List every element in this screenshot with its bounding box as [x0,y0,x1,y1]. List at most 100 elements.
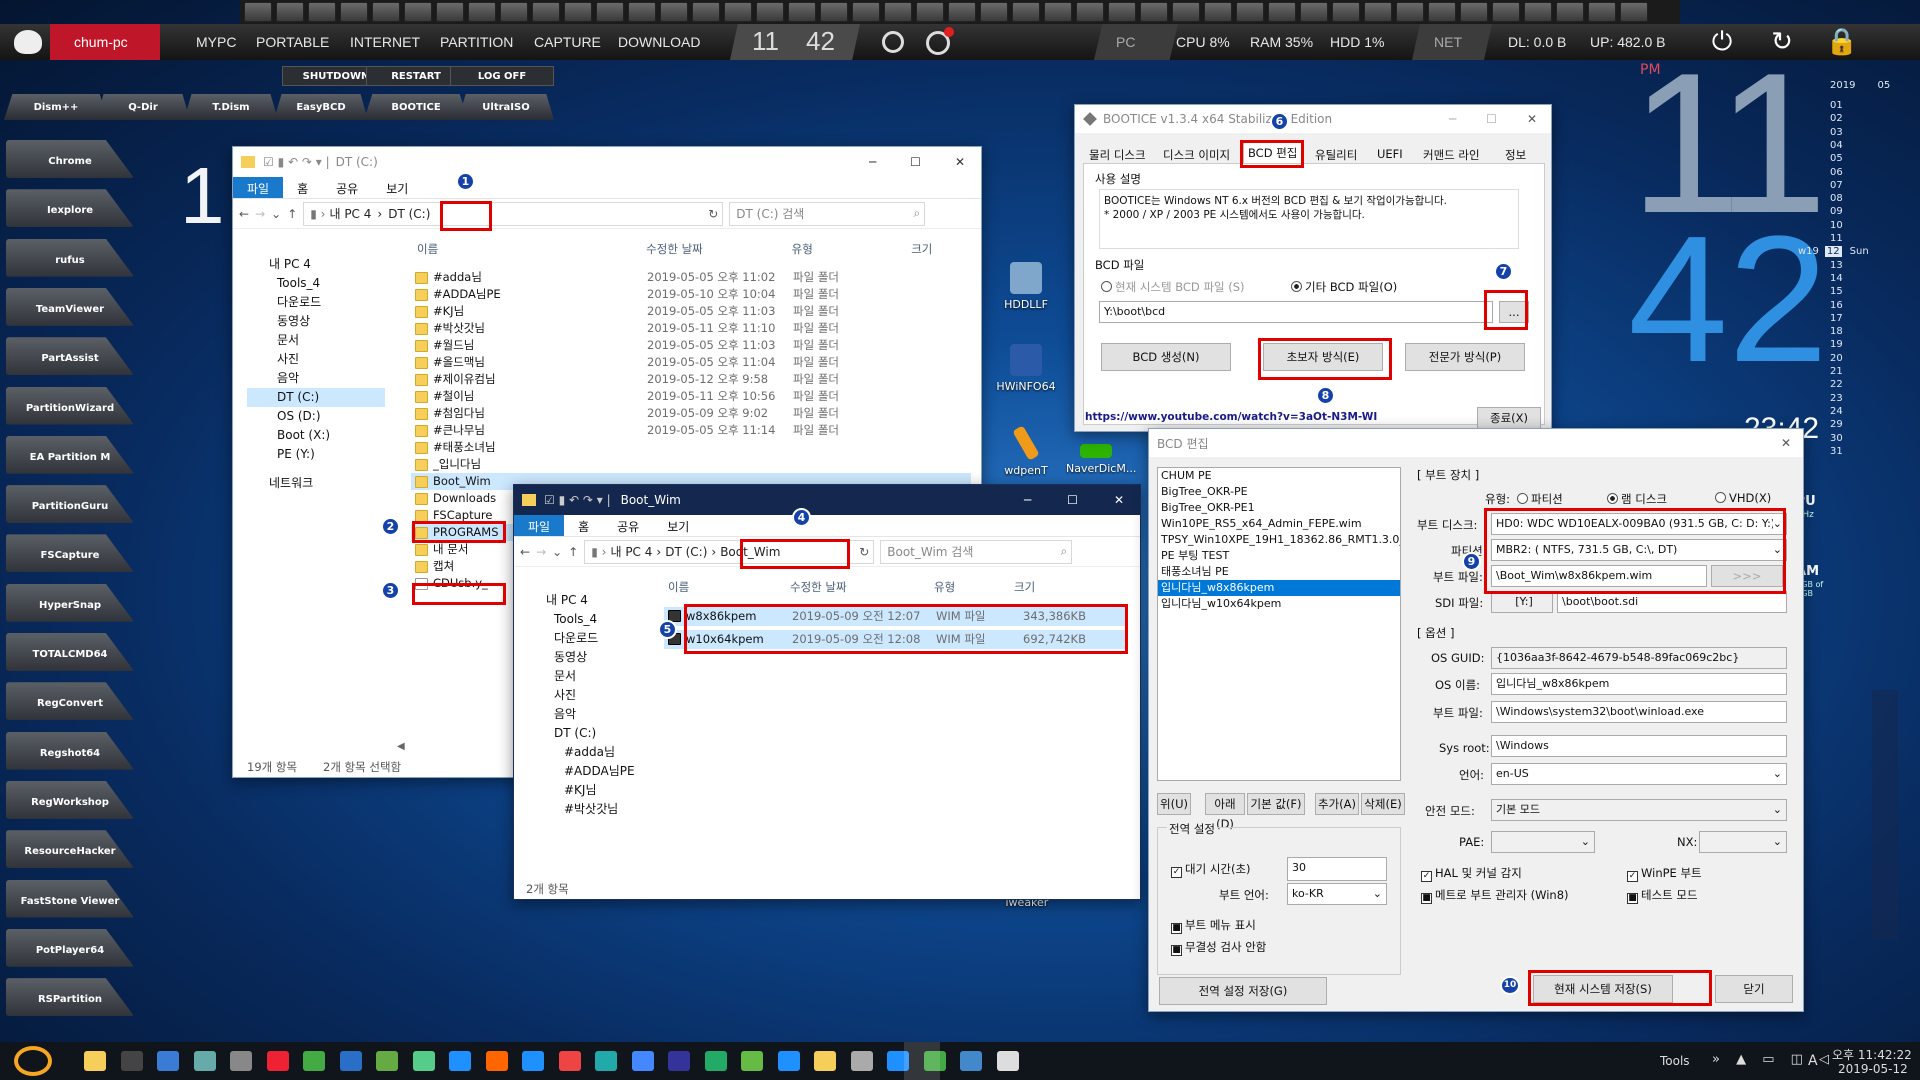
nav-item[interactable]: 사진 [247,350,385,369]
taskbar-app-icon[interactable] [850,1051,873,1071]
forward-icon[interactable]: → [536,545,546,559]
launcher-rspartition[interactable]: RSPartition [6,978,134,1017]
table-row[interactable]: #박삿갓님 2019-05-11 오후 11:10 파일 폴더 [411,320,971,337]
table-row[interactable]: #KJ님 2019-05-05 오후 11:03 파일 폴더 [411,303,971,320]
move-down-button[interactable]: 아래(D) [1205,793,1245,831]
taskbar-app-icon[interactable] [376,1051,398,1071]
taskbar-app-icon[interactable] [558,1051,581,1071]
maximize-icon[interactable]: ☐ [1067,493,1078,507]
nav-item[interactable]: #ADDA님PE [524,762,644,781]
table-row[interactable]: w10x64kpem 2019-05-09 오전 12:08 WIM 파일 692,7… [664,630,1126,649]
table-row[interactable]: #철이님 2019-05-11 오후 10:56 파일 폴더 [411,388,971,405]
bcd-create-button[interactable]: BCD 생성(N) [1101,343,1231,371]
back-icon[interactable]: ← [520,545,530,559]
boot-file-browse-button[interactable]: >>> [1711,565,1783,587]
launcher-hypersnap[interactable]: HyperSnap [6,583,134,622]
col-size[interactable]: 크기 [911,241,971,259]
table-row[interactable]: #ADDA님PE 2019-05-10 오후 10:04 파일 폴더 [411,286,971,303]
type-vhd-radio[interactable]: VHD(X) [1715,491,1771,505]
taskbar-app-icon[interactable] [522,1051,544,1071]
col-name[interactable]: 이름 [411,241,646,259]
hscroll-left-icon[interactable]: ◀ [397,741,405,752]
launcher-bootice[interactable]: BOOTICE [364,94,468,120]
ribbon-tab-file[interactable]: 파일 [233,177,284,198]
nav-item[interactable]: 다운로드 [524,629,644,648]
language-select[interactable]: en-US ⌄ [1491,763,1787,785]
launcher-chrome[interactable]: Chrome [6,140,134,178]
up-icon[interactable]: ↑ [287,207,297,221]
radio-other-bcd[interactable]: 기타 BCD 파일(O) [1291,279,1397,295]
menu-capture[interactable]: CAPTURE [534,34,601,50]
ribbon-tab-view[interactable]: 보기 [372,177,422,198]
crumb-dt[interactable]: DT (C:) [388,207,430,221]
easy-mode-button[interactable]: 초보자 방식(E) [1263,343,1383,371]
tray-time[interactable]: 오후 11:42:22 [1832,1046,1912,1063]
input-language[interactable]: A [1808,1053,1818,1069]
sysroot-input[interactable]: \Windows [1491,735,1787,757]
menu-partition[interactable]: PARTITION [440,34,513,50]
close-icon[interactable]: ✕ [1527,112,1537,126]
taskbar-app-icon[interactable] [631,1051,654,1071]
bcd-entry-list[interactable]: CHUM PE BigTree_OKR-PE BigTree_OKR-PE1 Win1… [1157,467,1401,781]
menu-portable[interactable]: PORTABLE [256,34,329,50]
minimize-icon[interactable]: ─ [1024,493,1031,507]
launcher-regworkshop[interactable]: RegWorkshop [6,780,134,819]
taskbar-app-icon[interactable] [960,1051,982,1071]
bcd-entry[interactable]: CHUM PE [1158,468,1400,484]
taskbar-app-icon[interactable] [266,1051,289,1071]
launcher-regconvert[interactable]: RegConvert [6,682,134,721]
refresh-icon[interactable]: ↻ [708,207,722,221]
table-row[interactable]: #월드님 2019-05-05 오후 11:03 파일 폴더 [411,337,971,354]
taskbar-app-icon[interactable] [303,1051,325,1071]
close-icon[interactable]: ✕ [1781,436,1803,450]
taskbar-app-icon[interactable] [120,1051,143,1071]
bcdedit-titlebar[interactable]: BCD 편집 ✕ [1149,429,1803,457]
ribbon-tab-home[interactable]: 홈 [283,177,322,198]
delete-entry-button[interactable]: 삭제(E) [1361,793,1405,815]
bcd-entry[interactable]: TPSY_Win10XPE_19H1_18362.86_RMT1.3.0_pE [1158,532,1400,548]
taskbar-app-icon[interactable] [595,1051,617,1071]
taskbar-app-icon[interactable] [996,1051,1019,1071]
save-current-system-button[interactable]: 현재 시스템 저장(S) [1533,975,1673,1003]
minimize-icon[interactable]: ─ [1449,112,1456,126]
taskbar-app-icon[interactable] [777,1051,800,1071]
launcher-tdism[interactable]: T.Dism [184,94,278,120]
launcher-dismpp[interactable]: Dism++ [4,94,108,120]
desktop-icon-wdpent[interactable]: wdpenT [996,425,1056,477]
launcher-partitionguru[interactable]: PartitionGuru [6,485,134,524]
no-integrity-checkbox[interactable]: ■ 무결성 검사 안함 [1171,939,1266,956]
bootlang-select[interactable]: ko-KR ⌄ [1287,883,1387,905]
safe-mode-select[interactable]: 기본 모드 ⌄ [1491,799,1787,821]
show-menu-checkbox[interactable]: ■ 부트 메뉴 표시 [1171,917,1256,934]
bootice-titlebar[interactable]: BOOTICE v1.3.4 x64 Stabilized Edition ─ ☐… [1075,105,1551,133]
menu-internet[interactable]: INTERNET [350,34,420,50]
search-input[interactable]: DT (C:) 검색 ⌕ [729,201,926,226]
back-icon[interactable]: ← [239,207,249,221]
bcd-entry[interactable]: 입니다님_w8x86kpem [1158,580,1400,596]
hal-detect-checkbox[interactable]: ✓ HAL 및 커널 감지 [1421,865,1522,882]
search-input[interactable]: Boot_Wim 검색 ⌕ [880,539,1073,564]
youtube-link[interactable]: https://www.youtube.com/watch?v=3aOt-N3M… [1085,411,1377,423]
taskbar-app-icon[interactable] [412,1051,435,1071]
os-name-input[interactable]: 입니다님_w8x86kpem [1491,673,1787,695]
nav-item[interactable]: Boot (X:) [247,426,385,445]
table-row[interactable]: #큰나무님 2019-05-05 오후 11:14 파일 폴더 [411,422,971,439]
crumb-bootwim[interactable]: Boot_Wim [720,545,780,559]
desktop-icon-hddllf[interactable]: HDDLLF [996,262,1056,311]
radio-current-bcd[interactable]: 현재 시스템 BCD 파일 (S) [1101,279,1245,295]
lock-icon[interactable]: 🔒 [1825,26,1859,58]
tab-command-line[interactable]: 커맨드 라인 [1419,145,1484,165]
sdi-path-input[interactable]: \boot\boot.sdi [1557,591,1787,613]
test-mode-checkbox[interactable]: ■ 테스트 모드 [1627,887,1698,904]
logoff-button[interactable]: LOG OFF [450,66,554,86]
ribbon-tab-file[interactable]: 파일 [514,515,565,536]
col-date[interactable]: 수정한 날짜 [646,241,791,259]
nav-item[interactable]: #KJ님 [524,781,644,800]
nav-item[interactable]: 음악 [524,705,644,724]
taskbar-app-icon[interactable] [193,1051,216,1071]
quick-launch-strip[interactable] [240,0,1680,24]
up-icon[interactable]: ↑ [568,545,578,559]
table-row[interactable]: #올드맥님 2019-05-05 오후 11:04 파일 폴더 [411,354,971,371]
pae-select[interactable]: ⌄ [1491,831,1595,853]
type-ramdisk-radio[interactable]: 램 디스크 [1607,491,1667,507]
